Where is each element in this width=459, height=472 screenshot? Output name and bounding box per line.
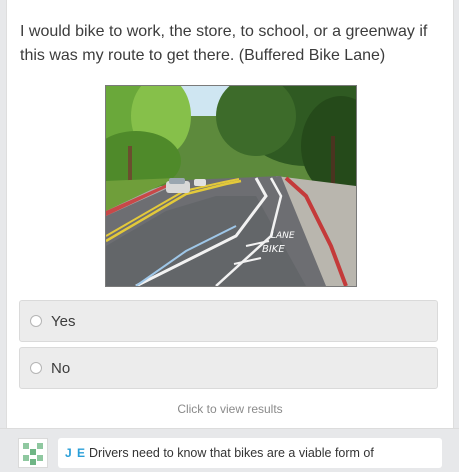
option-label: Yes: [51, 313, 76, 330]
radio-icon[interactable]: [30, 315, 42, 327]
option-yes[interactable]: Yes: [19, 300, 438, 342]
commenter-initials[interactable]: J E: [65, 446, 86, 460]
option-no[interactable]: No: [19, 347, 438, 389]
divider: [0, 428, 459, 429]
identicon-icon: [19, 439, 47, 467]
radio-icon[interactable]: [30, 362, 42, 374]
road-marking-bike: BIKE: [262, 244, 285, 255]
poll-card: I would bike to work, the store, to scho…: [6, 0, 454, 428]
comment-text: Drivers need to know that bikes are a vi…: [89, 446, 374, 460]
bike-lane-photo: LANE BIKE: [105, 85, 357, 287]
view-results-link[interactable]: Click to view results: [7, 402, 453, 416]
road-marking-lane: LANE: [271, 231, 295, 241]
option-label: No: [51, 360, 71, 377]
question-text: I would bike to work, the store, to scho…: [20, 23, 428, 64]
